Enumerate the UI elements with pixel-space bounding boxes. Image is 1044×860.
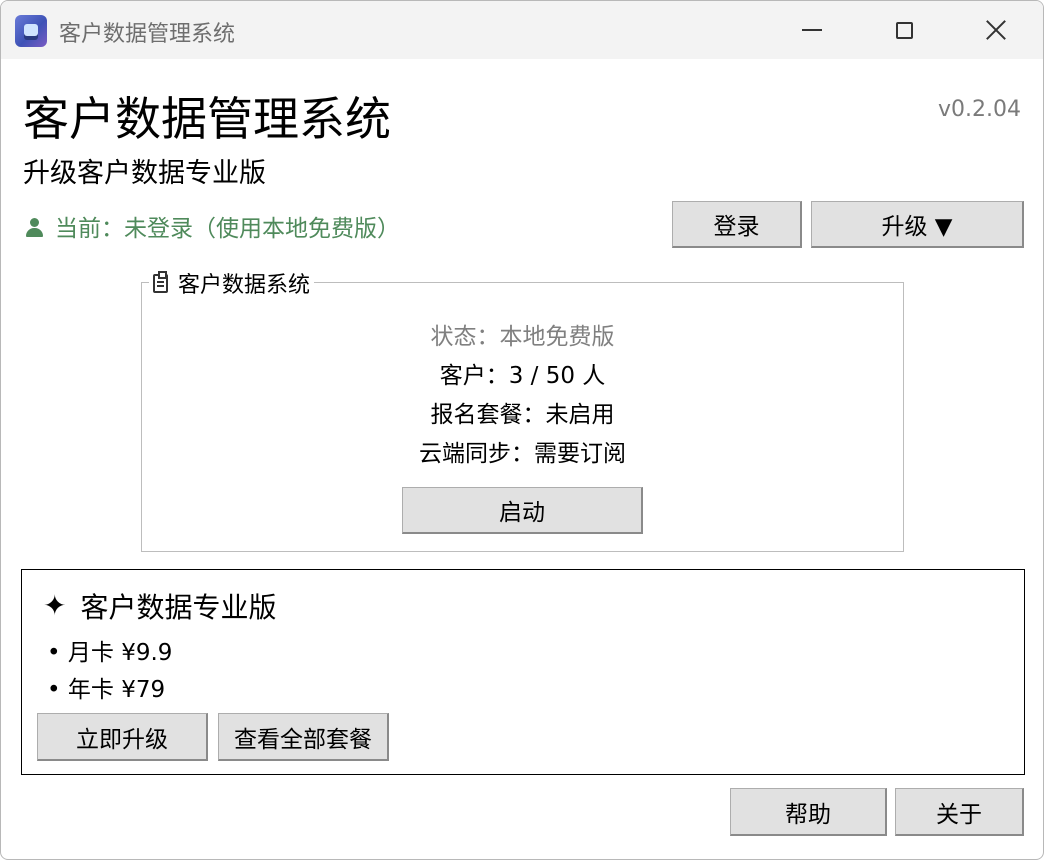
monthly-price: • 月卡 ¥9.9 (47, 640, 173, 666)
close-button[interactable] (950, 1, 1042, 59)
package-text: 报名套餐：未启用 (430, 402, 615, 428)
version-label: v0.2.04 (938, 97, 1021, 122)
close-icon (985, 19, 1007, 41)
minimize-icon (802, 29, 822, 31)
minimize-button[interactable] (766, 1, 858, 59)
login-status-text: 当前：未登录（使用本地免费版） (55, 216, 400, 242)
app-logo-icon (15, 15, 47, 47)
system-groupbox-legend: 客户数据系统 (149, 267, 315, 299)
customer-count-text: 客户：3 / 50 人 (439, 363, 606, 389)
cloud-sync-text: 云端同步：需要订阅 (419, 441, 626, 467)
pro-title-text: 客户数据专业版 (80, 591, 277, 624)
user-icon (25, 215, 43, 237)
start-button[interactable]: 启动 (402, 487, 643, 534)
status-text: 状态：本地免费版 (430, 324, 615, 350)
pro-panel-title: ✦ 客户数据专业版 (43, 586, 276, 626)
title-bar[interactable]: 客户数据管理系统 (1, 1, 1043, 59)
maximize-button[interactable] (858, 1, 950, 59)
page-subtitle: 升级客户数据专业版 (23, 158, 266, 189)
view-all-plans-button[interactable]: 查看全部套餐 (218, 713, 389, 761)
maximize-icon (895, 21, 913, 39)
app-window: 客户数据管理系统 客户数据管理系统 v0.2.04 升级客户数据专业版 当前：未… (0, 0, 1044, 860)
login-status: 当前：未登录（使用本地免费版） (25, 209, 400, 243)
window-title: 客户数据管理系统 (59, 22, 236, 47)
upgrade-dropdown-button[interactable]: 升级 ▼ (811, 201, 1024, 248)
help-button[interactable]: 帮助 (730, 788, 887, 836)
sparkle-icon: ✦ (43, 589, 67, 622)
login-button[interactable]: 登录 (672, 201, 802, 248)
upgrade-now-button[interactable]: 立即升级 (37, 713, 208, 761)
about-button[interactable]: 关于 (895, 788, 1024, 836)
page-title: 客户数据管理系统 (23, 92, 391, 146)
clipboard-icon (153, 270, 168, 293)
yearly-price: • 年卡 ¥79 (47, 677, 166, 703)
groupbox-title: 客户数据系统 (178, 273, 311, 298)
